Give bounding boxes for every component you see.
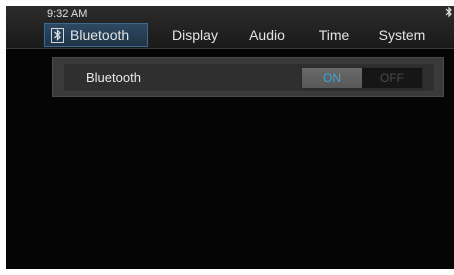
- bluetooth-icon: [51, 27, 64, 43]
- bluetooth-setting-row: Bluetooth ON OFF: [63, 63, 435, 92]
- tab-label: Display: [172, 27, 218, 43]
- bluetooth-toggle[interactable]: ON OFF: [301, 67, 423, 89]
- tab-audio[interactable]: Audio: [242, 23, 292, 47]
- toggle-on-option[interactable]: ON: [302, 68, 362, 88]
- bluetooth-setting-label: Bluetooth: [86, 70, 141, 85]
- status-clock: 9:32 AM: [47, 8, 88, 20]
- toggle-off-option[interactable]: OFF: [362, 68, 422, 88]
- settings-tabs: Bluetooth Display Audio Time System: [44, 23, 432, 47]
- bluetooth-status-icon: [445, 6, 453, 20]
- tab-label: Audio: [249, 27, 285, 43]
- tab-bluetooth[interactable]: Bluetooth: [44, 23, 148, 47]
- tab-label: System: [378, 27, 426, 43]
- tab-label: Time: [318, 27, 350, 43]
- top-bar: 9:32 AM Bluetooth Display Audio Time Sys…: [6, 6, 454, 49]
- tab-label: Bluetooth: [70, 27, 130, 43]
- tab-system[interactable]: System: [372, 23, 432, 47]
- tab-display[interactable]: Display: [162, 23, 228, 47]
- head-unit-screen: 9:32 AM Bluetooth Display Audio Time Sys…: [6, 6, 454, 269]
- bluetooth-settings-panel: Bluetooth ON OFF: [52, 57, 444, 97]
- tab-time[interactable]: Time: [312, 23, 356, 47]
